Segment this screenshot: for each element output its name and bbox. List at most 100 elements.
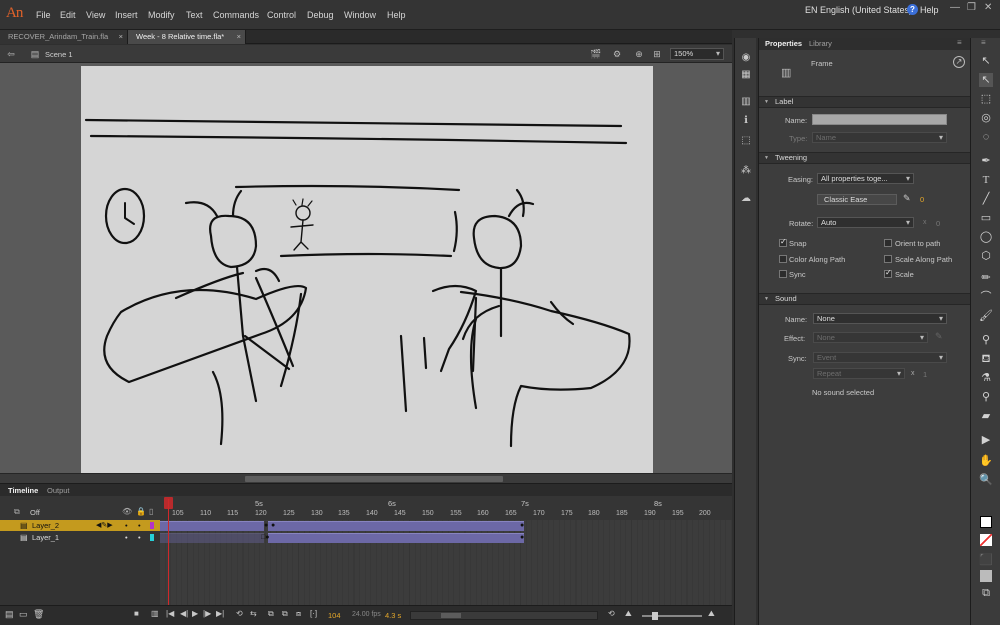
cc-libraries-icon[interactable]: ☁	[740, 193, 752, 205]
minimize-icon[interactable]: —	[950, 2, 960, 13]
eyedropper-icon[interactable]: ⚲	[979, 390, 993, 404]
menu-edit[interactable]: Edit	[60, 10, 76, 20]
show-hide-icon[interactable]: 👁	[122, 507, 132, 516]
layer-row[interactable]: ▤ Layer_2 ◀✎▶ • •	[0, 520, 160, 531]
menu-control[interactable]: Control	[267, 10, 296, 20]
sync-dropdown[interactable]: Event	[813, 352, 947, 363]
elapsed-time[interactable]: 4.3 s	[385, 611, 401, 620]
classic-ease-button[interactable]: Classic Ease	[817, 194, 897, 205]
sync-checkbox[interactable]	[779, 270, 787, 278]
info-icon[interactable]: ℹ	[740, 115, 752, 127]
onion-markers-icon[interactable]: [·]	[310, 609, 317, 618]
easing-dropdown[interactable]: All properties toge...	[817, 173, 914, 184]
edit-scene-icon[interactable]: 🎬	[590, 49, 601, 59]
section-tweening[interactable]: Tweening	[759, 152, 971, 164]
slider-handle[interactable]	[652, 612, 658, 620]
menu-insert[interactable]: Insert	[115, 10, 138, 20]
last-frame-icon[interactable]: ▶|	[216, 609, 224, 618]
edit-easing-icon[interactable]: ✎	[903, 193, 911, 204]
maximize-icon[interactable]: ❐	[967, 2, 976, 13]
oval-tool-icon[interactable]: ◯	[979, 230, 993, 244]
onion-skin-icon[interactable]: ⧉	[14, 507, 20, 517]
paint-bucket-icon[interactable]: ⛾	[979, 352, 993, 366]
stage-horizontal-scrollbar[interactable]	[0, 473, 732, 483]
tab-recover-arindam[interactable]: RECOVER_Arindam_Train.fla ×	[0, 30, 128, 44]
zoom-dropdown[interactable]: 150%	[670, 48, 724, 60]
menu-modify[interactable]: Modify	[148, 10, 175, 20]
stage-canvas[interactable]	[81, 66, 653, 473]
current-frame[interactable]: 104	[328, 611, 341, 620]
loop-icon[interactable]: ⟲	[236, 609, 243, 618]
sound-name-dropdown[interactable]: None	[813, 313, 947, 324]
paint-brush-icon[interactable]: ⌒	[979, 290, 993, 304]
prev-frame-icon[interactable]: ◀|	[180, 609, 188, 618]
ink-bottle-icon[interactable]: ⚗	[979, 371, 993, 385]
black-white-icon[interactable]: ⬛	[979, 553, 993, 567]
language-selector[interactable]: EN English (United States)	[805, 5, 912, 15]
lasso-icon[interactable]: ◌	[979, 130, 993, 144]
rectangle-tool-icon[interactable]: ▭	[979, 211, 993, 225]
bone-tool-icon[interactable]: ⚲	[979, 333, 993, 347]
transform-icon[interactable]: ⬚	[740, 135, 752, 147]
ease-value[interactable]: 0	[920, 195, 924, 204]
menu-debug[interactable]: Debug	[307, 10, 334, 20]
visible-dot[interactable]: •	[125, 532, 128, 543]
center-stage-icon[interactable]: ⊞	[652, 49, 662, 59]
keyframe-marker[interactable]: ●	[520, 522, 524, 529]
tab-properties[interactable]: Properties	[765, 39, 802, 48]
menu-text[interactable]: Text	[186, 10, 203, 20]
lock-dot[interactable]: •	[138, 520, 141, 531]
label-type-dropdown[interactable]: Name	[812, 132, 947, 143]
tween-span[interactable]	[160, 533, 264, 543]
layer-name[interactable]: Layer_1	[32, 533, 59, 542]
close-icon[interactable]: ✕	[984, 2, 992, 13]
menu-window[interactable]: Window	[344, 10, 376, 20]
next-frame-icon[interactable]: |▶	[203, 609, 211, 618]
swatches-icon[interactable]: ▦	[740, 69, 752, 81]
repeat-count[interactable]: 1	[923, 370, 927, 379]
close-icon[interactable]: ×	[237, 30, 241, 44]
hand-tool-icon[interactable]: ✋	[979, 454, 993, 468]
tab-week-8[interactable]: Week - 8 Relative time.fla* ×	[128, 30, 246, 44]
subselection-tool-icon[interactable]: ↖	[979, 73, 993, 87]
edit-multiple-icon[interactable]: ⧈	[296, 609, 301, 619]
layer-color-swatch[interactable]	[150, 522, 154, 529]
stroke-color-swatch[interactable]	[980, 516, 992, 528]
menu-help[interactable]: Help	[387, 10, 406, 20]
rotate-count[interactable]: 0	[936, 219, 940, 228]
orient-to-path-checkbox[interactable]	[884, 239, 892, 247]
rotate-stage-icon[interactable]: ⊕	[634, 49, 644, 59]
tab-library[interactable]: Library	[809, 39, 832, 48]
3d-rotation-icon[interactable]: ◎	[979, 111, 993, 125]
zoom-in-icon[interactable]: ⛰	[708, 609, 715, 619]
color-along-path-checkbox[interactable]	[779, 255, 787, 263]
menu-commands[interactable]: Commands	[213, 10, 259, 20]
help-circle-icon[interactable]: ↗	[953, 56, 965, 68]
center-frame-icon[interactable]: ⇆	[250, 609, 257, 618]
timeline-scrollbar[interactable]	[410, 611, 598, 620]
camera-tool-icon[interactable]: ▶	[979, 433, 993, 447]
lock-icon[interactable]: 🔒	[136, 507, 146, 516]
components-icon[interactable]: ⁂	[740, 165, 752, 177]
keyframe-marker[interactable]: ●	[520, 534, 524, 541]
tab-output[interactable]: Output	[47, 486, 70, 495]
selection-tool-icon[interactable]: ↖	[979, 54, 993, 68]
delete-layer-icon[interactable]: 🗑	[33, 609, 44, 620]
camera-icon[interactable]: ■	[134, 609, 139, 618]
timeline-zoom-slider[interactable]	[642, 612, 702, 620]
new-folder-icon[interactable]: ▭	[19, 609, 28, 620]
frame-rate[interactable]: 24.00 fps	[352, 611, 381, 618]
free-transform-icon[interactable]: ⬚	[979, 92, 993, 106]
eraser-tool-icon[interactable]: ▰	[979, 409, 993, 423]
section-sound[interactable]: Sound	[759, 293, 971, 305]
swap-colors-icon[interactable]	[980, 570, 992, 582]
panel-menu-icon[interactable]: ≡	[981, 38, 986, 47]
tween-span[interactable]	[268, 533, 524, 543]
polystar-tool-icon[interactable]: ⬡	[979, 249, 993, 263]
layer-depth-icon[interactable]: ▥	[151, 609, 159, 618]
scale-checkbox[interactable]	[884, 268, 892, 278]
color-wheel-icon[interactable]: ◉	[740, 52, 752, 64]
help-button[interactable]: ? Help	[907, 4, 939, 15]
brush-tool-icon[interactable]: 🖌	[979, 309, 993, 323]
tween-span[interactable]	[268, 521, 524, 531]
